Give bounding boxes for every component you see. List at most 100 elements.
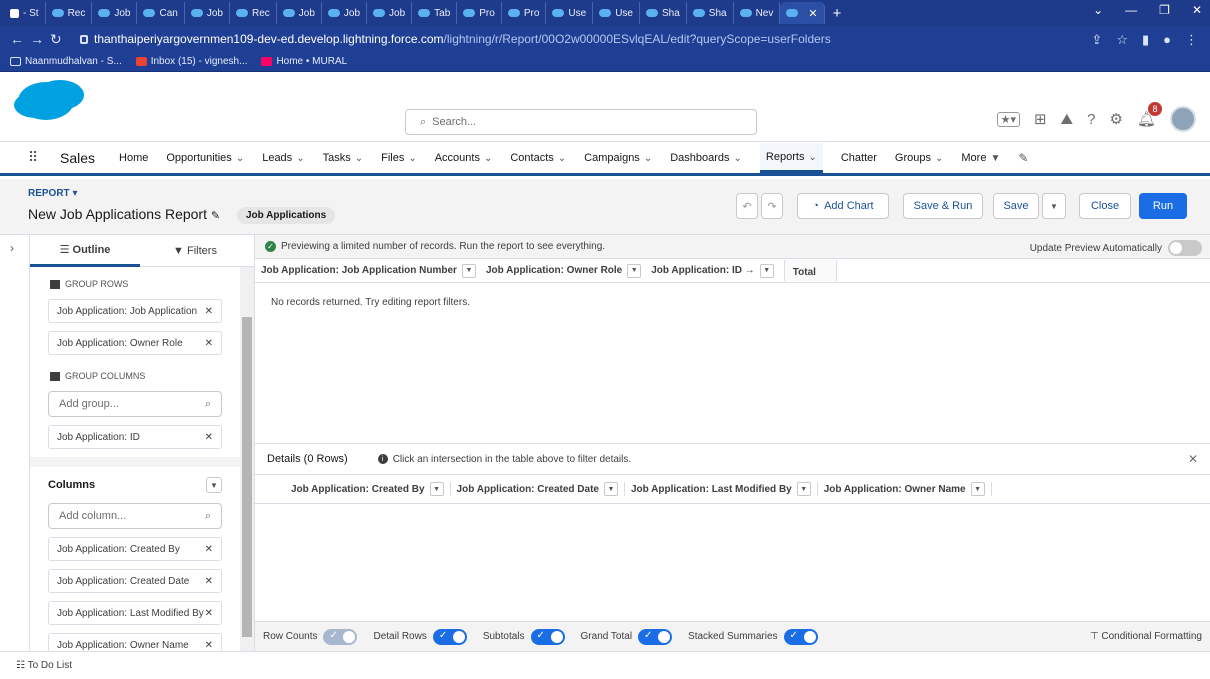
panel-scrollbar[interactable] (240, 267, 254, 651)
tab-filters[interactable]: ▼ Filters (140, 237, 250, 265)
chevron-down-icon[interactable]: ⌄ (236, 153, 244, 164)
browser-tab[interactable]: Sha (640, 2, 687, 24)
chevron-down-icon[interactable]: ⌄ (408, 153, 416, 164)
trailhead-icon[interactable]: ⛰ (1061, 111, 1074, 128)
grid-header-id[interactable]: Job Application: ID → ▼ (651, 263, 774, 278)
bookmark-item[interactable]: Inbox (15) - vignesh... (135, 56, 247, 67)
column-menu-icon[interactable]: ▼ (759, 263, 774, 278)
add-group-input[interactable]: Add group... ⌕ (48, 391, 222, 417)
setup-gear-icon[interactable]: ⚙ (1110, 110, 1123, 128)
notifications-bell-icon[interactable]: 🔔︎ 8 (1137, 102, 1162, 128)
salesforce-logo[interactable] (18, 82, 74, 120)
remove-icon[interactable]: ✕ (205, 640, 213, 651)
avatar[interactable] (1170, 106, 1196, 132)
expand-chevron-icon[interactable]: › (10, 241, 14, 255)
browser-tab[interactable]: Job (92, 2, 138, 24)
chevron-down-icon[interactable]: ⌄ (935, 153, 943, 164)
nav-item-reports[interactable]: Reports ⌄ (759, 142, 823, 173)
row-counts-toggle[interactable]: ✓ (323, 628, 358, 645)
minimize-icon[interactable]: — (1125, 3, 1137, 17)
remove-icon[interactable]: ✕ (205, 338, 213, 349)
edit-pencil-icon[interactable]: ✎ (211, 210, 220, 222)
columns-menu-icon[interactable]: ▼ (206, 477, 222, 493)
close-tab-icon[interactable]: ✕ (808, 7, 817, 20)
menu-dots-icon[interactable]: ⋮ (1185, 32, 1198, 48)
group-column-chip[interactable]: Job Application: ID ✕ (48, 425, 222, 449)
close-window-icon[interactable]: ✕ (1192, 3, 1202, 17)
report-label[interactable]: REPORT ▾ (28, 188, 77, 199)
group-row-chip[interactable]: Job Application: Job Application ✕ (48, 299, 222, 323)
browser-tab[interactable]: Nev (734, 2, 781, 24)
browser-tab[interactable]: - St (4, 2, 46, 24)
todo-list-item[interactable]: ☷ To Do List (16, 660, 72, 671)
close-details-icon[interactable]: ✕ (1188, 452, 1198, 466)
remove-icon[interactable]: ✕ (205, 544, 213, 555)
browser-tab[interactable]: Rec (230, 2, 277, 24)
column-menu-icon[interactable]: ▼ (970, 482, 985, 496)
browser-tab[interactable]: Pro (457, 2, 502, 24)
detail-rows-toggle[interactable]: ✓ (432, 628, 467, 645)
nav-item-home[interactable]: Home (119, 152, 148, 164)
bookmark-item[interactable]: Naanmudhalvan - S... (10, 56, 122, 67)
remove-icon[interactable]: ✕ (205, 608, 213, 619)
remove-icon[interactable]: ✕ (205, 576, 213, 587)
help-icon[interactable]: ? (1087, 111, 1095, 128)
save-button[interactable]: Save (993, 193, 1039, 219)
forward-icon[interactable]: → (30, 31, 50, 47)
edit-nav-pencil-icon[interactable]: ✎ (1018, 151, 1028, 165)
save-run-button[interactable]: Save & Run (903, 193, 983, 219)
nav-item-leads[interactable]: Leads ⌄ (262, 152, 304, 164)
favorites-icon[interactable]: ★▾ (996, 111, 1020, 127)
column-menu-icon[interactable]: ▼ (796, 482, 811, 496)
group-row-chip[interactable]: Job Application: Owner Role ✕ (48, 331, 222, 355)
nav-item-more[interactable]: More ▼ (961, 152, 1000, 164)
browser-tab[interactable]: Rec (46, 2, 93, 24)
remove-icon[interactable]: ✕ (205, 306, 213, 317)
reload-icon[interactable]: ↻ (50, 31, 70, 48)
sidepanel-icon[interactable]: ▮ (1142, 32, 1149, 48)
caret-down-icon[interactable]: ▼ (990, 153, 1000, 164)
grid-header-job-application-number[interactable]: Job Application: Job Application Number ▼ (261, 263, 476, 278)
nav-item-chatter[interactable]: Chatter (841, 152, 877, 164)
chevron-down-icon[interactable]: ⌄ (734, 153, 742, 164)
stacked-summaries-toggle[interactable]: ✓ (783, 628, 818, 645)
column-menu-icon[interactable]: ▼ (603, 482, 618, 496)
nav-item-campaigns[interactable]: Campaigns ⌄ (584, 152, 652, 164)
browser-tab[interactable]: Can (137, 2, 185, 24)
undo-button[interactable]: ↶ (736, 193, 758, 219)
grid-header-owner-role[interactable]: Job Application: Owner Role ▼ (486, 263, 642, 278)
back-icon[interactable]: ← (10, 31, 30, 47)
global-actions-icon[interactable]: ⊞ (1034, 110, 1047, 128)
chevron-down-icon[interactable]: ⌄ (484, 153, 492, 164)
detail-header-created-date[interactable]: Job Application: Created Date ▼ (457, 482, 625, 496)
browser-tab[interactable]: Use (593, 2, 640, 24)
url-field[interactable]: thanthaiperiyargovernmen109-dev-ed.devel… (80, 32, 831, 46)
nav-item-files[interactable]: Files ⌄ (381, 152, 417, 164)
star-icon[interactable]: ☆ (1116, 32, 1128, 48)
column-menu-icon[interactable]: ▼ (461, 263, 476, 278)
chevron-down-icon[interactable]: ⌄ (1093, 3, 1103, 17)
close-button[interactable]: Close (1079, 193, 1131, 219)
browser-tab[interactable]: Job (322, 2, 368, 24)
profile-icon[interactable]: ● (1163, 32, 1171, 48)
browser-tab[interactable]: Tab (412, 2, 458, 24)
nav-item-tasks[interactable]: Tasks ⌄ (323, 152, 364, 164)
bookmark-item[interactable]: Home • MURAL (261, 56, 347, 67)
restore-icon[interactable]: ❐ (1159, 3, 1170, 17)
new-tab-icon[interactable]: + (833, 5, 842, 22)
browser-tab[interactable]: Pro (502, 2, 547, 24)
browser-tab-active[interactable]: ✕ (780, 2, 825, 24)
save-menu-button[interactable]: ▼ (1042, 193, 1066, 219)
column-chip[interactable]: Job Application: Created By ✕ (48, 537, 222, 561)
detail-header-last-modified-by[interactable]: Job Application: Last Modified By ▼ (631, 482, 818, 496)
nav-item-groups[interactable]: Groups ⌄ (895, 152, 943, 164)
detail-header-owner-name[interactable]: Job Application: Owner Name ▼ (824, 482, 992, 496)
tab-outline[interactable]: ☰ Outline (30, 235, 140, 267)
browser-tab[interactable]: Sha (687, 2, 734, 24)
column-menu-icon[interactable]: ▼ (429, 482, 444, 496)
run-button[interactable]: Run (1139, 193, 1187, 219)
nav-item-opportunities[interactable]: Opportunities ⌄ (166, 152, 244, 164)
column-chip[interactable]: Job Application: Created Date ✕ (48, 569, 222, 593)
add-column-input[interactable]: Add column... ⌕ (48, 503, 222, 529)
browser-tab[interactable]: Use (546, 2, 594, 24)
